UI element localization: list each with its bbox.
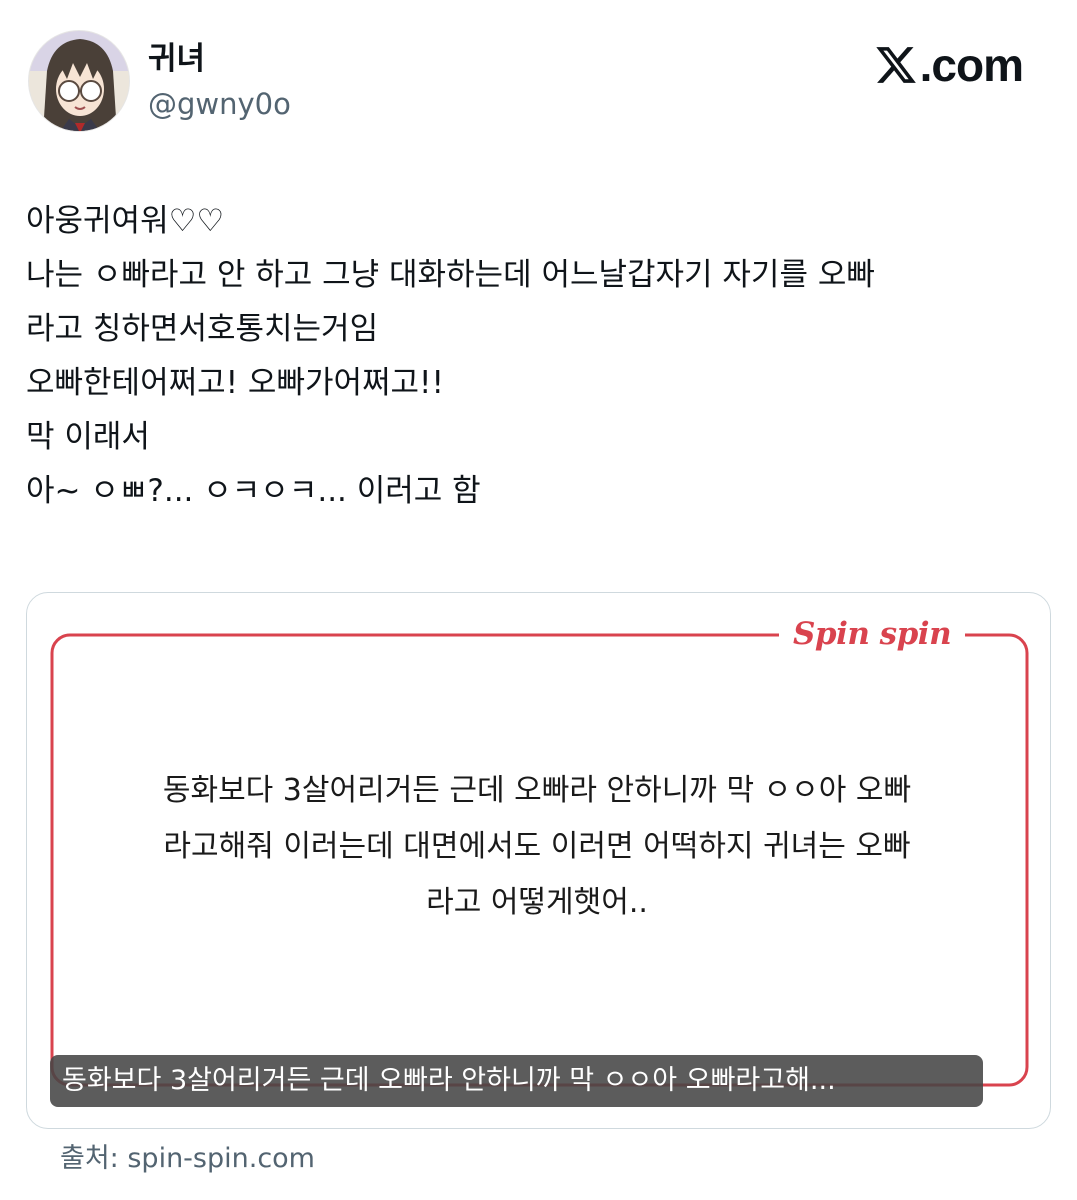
x-logo-icon: [875, 47, 916, 83]
tweet-line: 오빠한테어쩌고! 오빠가어쩌고!!: [26, 365, 444, 401]
tweet-text: 아웅귀여워♡♡ 나는 ㅇ빠라고 안 하고 그냥 대화하는데 어느날갑자기 자기를…: [26, 194, 1056, 518]
question-line: 라고해줘 이러는데 대면에서도 이러면 어떡하지 귀녀는 오빠: [163, 829, 911, 864]
tweet-line: 아웅귀여워♡♡: [26, 203, 225, 239]
media-alt-caption[interactable]: 동화보다 3살어리거든 근데 오빠라 안하니까 막 ㅇㅇ아 오빠라고해...: [50, 1055, 983, 1107]
tweet-line: 아~ ㅇㅃ?... ㅇㅋㅇㅋ... 이러고 함: [26, 473, 481, 509]
tweet-line: 막 이래서: [26, 419, 150, 455]
source-link[interactable]: 출처: spin-spin.com: [60, 1140, 315, 1178]
display-name[interactable]: 귀녀: [148, 40, 205, 78]
x-com-brand: .com: [874, 39, 1024, 91]
question-line: 동화보다 3살어리거든 근데 오빠라 안하니까 막 ㅇㅇ아 오빠: [162, 773, 912, 808]
tweet-line: 라고 칭하면서호통치는거임: [26, 311, 379, 347]
tweet-line: 나는 ㅇ빠라고 안 하고 그냥 대화하는데 어느날갑자기 자기를 오빠: [26, 257, 875, 293]
avatar-illustration: [29, 31, 129, 131]
avatar[interactable]: [28, 30, 130, 132]
user-handle[interactable]: @gwny0o: [148, 86, 291, 122]
question-line: 라고 어떻게햇어..: [426, 885, 648, 920]
spinspin-logo: Spin spin: [779, 612, 966, 656]
media-card[interactable]: Spin spin 동화보다 3살어리거든 근데 오빠라 안하니까 막 ㅇㅇ아 …: [26, 592, 1051, 1129]
tweet-screenshot: 귀녀 @gwny0o .com 아웅귀여워♡♡ 나는 ㅇ빠라고 안 하고 그냥 …: [0, 0, 1077, 1200]
question-text: 동화보다 3살어리거든 근데 오빠라 안하니까 막 ㅇㅇ아 오빠 라고해줘 이러…: [87, 763, 987, 931]
brand-domain: .com: [919, 39, 1024, 91]
